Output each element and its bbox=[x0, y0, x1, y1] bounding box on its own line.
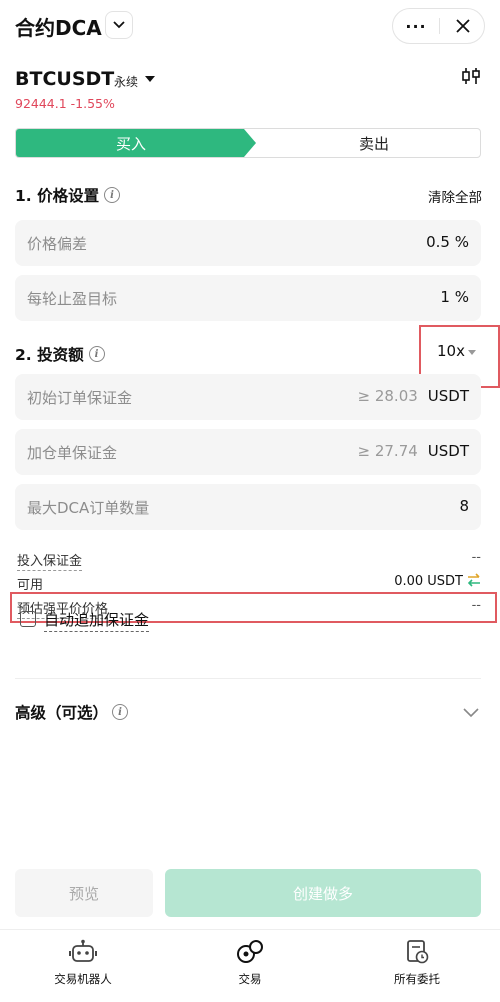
chevron-down-icon bbox=[463, 708, 479, 718]
top-bar: 合约DCA ··· bbox=[0, 0, 500, 56]
trade-icon bbox=[237, 940, 263, 963]
advanced-section-toggle[interactable]: 高级（可选） i bbox=[15, 701, 129, 723]
close-icon bbox=[456, 19, 470, 33]
field-label: 价格偏差 bbox=[27, 235, 88, 253]
robot-icon bbox=[69, 939, 97, 962]
margin-label[interactable]: 投入保证金 bbox=[17, 550, 83, 571]
investment-label: 2. 投资额 bbox=[15, 346, 84, 364]
advanced-expand-button[interactable] bbox=[463, 703, 479, 722]
create-long-button[interactable]: 创建做多 bbox=[165, 869, 481, 917]
price-deviation-field[interactable]: 价格偏差 0.5 % bbox=[15, 220, 481, 266]
liquidation-value: -- bbox=[471, 598, 481, 613]
field-unit: USDT bbox=[427, 442, 469, 460]
field-label: 加仓单保证金 bbox=[27, 444, 118, 462]
title-dropdown-button[interactable] bbox=[105, 11, 133, 39]
chevron-down-icon bbox=[113, 21, 125, 29]
auto-margin-label[interactable]: 自动追加保证金 bbox=[44, 609, 150, 632]
margin-row: 投入保证金 -- bbox=[15, 550, 481, 571]
field-label: 最大DCA订单数量 bbox=[27, 499, 150, 517]
info-icon[interactable]: i bbox=[104, 187, 121, 203]
field-unit: USDT bbox=[427, 387, 469, 405]
page-title: 合约DCA bbox=[15, 16, 102, 40]
preview-button[interactable]: 预览 bbox=[15, 869, 153, 917]
tab-sell[interactable]: 卖出 bbox=[266, 129, 480, 157]
leverage-selector[interactable]: 10x bbox=[437, 342, 465, 360]
field-hint: ≥ 27.74 bbox=[357, 442, 418, 460]
more-icon: ··· bbox=[405, 16, 427, 36]
clear-all-button[interactable]: 清除全部 bbox=[428, 186, 482, 206]
orders-icon bbox=[407, 940, 429, 964]
side-tabs: 买入 卖出 bbox=[15, 128, 481, 158]
symbol-selector[interactable]: BTCUSDT bbox=[15, 68, 114, 90]
close-button[interactable] bbox=[440, 9, 486, 43]
transfer-arrows-icon bbox=[467, 573, 480, 587]
bottom-nav: 交易机器人 交易 所有委托 bbox=[0, 929, 500, 1002]
available-row: 可用 0.00 USDT bbox=[15, 572, 481, 594]
initial-margin-field[interactable]: 初始订单保证金 ≥ 28.03 USDT bbox=[15, 374, 481, 420]
nav-trading-bot[interactable]: 交易机器人 bbox=[0, 930, 166, 1002]
field-value[interactable]: 0.5 % bbox=[426, 233, 469, 251]
field-value[interactable]: ≥ 27.74 USDT bbox=[358, 442, 470, 460]
price-settings-label: 1. 价格设置 bbox=[15, 187, 100, 205]
mini-program-capsule: ··· bbox=[392, 8, 485, 44]
auto-margin-checkbox[interactable] bbox=[20, 611, 36, 627]
take-profit-field[interactable]: 每轮止盈目标 1 % bbox=[15, 275, 481, 321]
tab-buy[interactable]: 买入 bbox=[16, 129, 246, 157]
caret-down-icon[interactable] bbox=[468, 350, 476, 355]
candlestick-icon bbox=[462, 68, 480, 84]
available-value: 0.00 USDT bbox=[394, 574, 463, 589]
nav-label: 交易机器人 bbox=[54, 972, 112, 986]
contract-type[interactable]: 永续 bbox=[114, 73, 138, 90]
more-button[interactable]: ··· bbox=[393, 9, 439, 43]
field-label: 初始订单保证金 bbox=[27, 389, 133, 407]
margin-value: -- bbox=[471, 550, 481, 565]
add-position-margin-field[interactable]: 加仓单保证金 ≥ 27.74 USDT bbox=[15, 429, 481, 475]
field-value[interactable]: 1 % bbox=[440, 288, 469, 306]
available-label: 可用 bbox=[17, 578, 44, 593]
field-value[interactable]: 8 bbox=[459, 497, 469, 515]
advanced-label: 高级（可选） bbox=[15, 704, 109, 722]
nav-all-orders[interactable]: 所有委托 bbox=[334, 930, 500, 1002]
price-change: 92444.1 -1.55% bbox=[15, 96, 115, 111]
nav-trade[interactable]: 交易 bbox=[167, 930, 333, 1002]
investment-title: 2. 投资额 i bbox=[15, 343, 105, 365]
max-dca-orders-field[interactable]: 最大DCA订单数量 8 bbox=[15, 484, 481, 530]
swap-icon[interactable] bbox=[467, 572, 481, 592]
field-label: 每轮止盈目标 bbox=[27, 290, 118, 308]
price-settings-title: 1. 价格设置 i bbox=[15, 184, 121, 206]
info-icon[interactable]: i bbox=[112, 704, 129, 720]
nav-label: 交易 bbox=[238, 972, 262, 986]
field-value[interactable]: ≥ 28.03 USDT bbox=[358, 387, 470, 405]
chart-button[interactable] bbox=[461, 66, 481, 90]
nav-label: 所有委托 bbox=[394, 972, 440, 986]
field-hint: ≥ 28.03 bbox=[357, 387, 418, 405]
caret-down-icon[interactable] bbox=[145, 76, 155, 82]
info-icon[interactable]: i bbox=[88, 346, 105, 362]
section-divider bbox=[15, 678, 481, 679]
